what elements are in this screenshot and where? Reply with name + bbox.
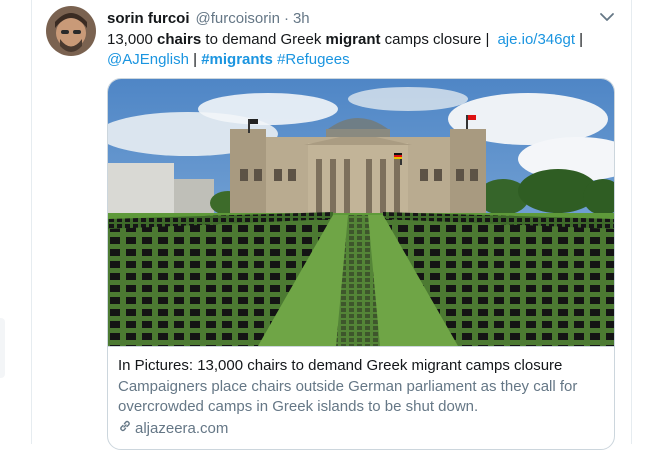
- link-icon: [118, 419, 135, 439]
- hashtag-refugees[interactable]: #Refugees: [277, 51, 350, 68]
- timeline-left-border: [31, 0, 32, 444]
- card-title: In Pictures: 13,000 chairs to demand Gre…: [118, 357, 563, 374]
- timeline-right-border: [631, 0, 632, 444]
- author-name[interactable]: sorin furcoi: [107, 10, 190, 27]
- highlight-chairs: chairs: [157, 31, 202, 48]
- tweet-header: sorin furcoi @furcoisorin · 3h: [107, 8, 310, 28]
- card-body: In Pictures: 13,000 chairs to demand Gre…: [118, 356, 608, 439]
- author-handle[interactable]: @furcoisorin: [196, 10, 280, 27]
- tweet-timestamp[interactable]: 3h: [293, 10, 310, 27]
- separator-dot: ·: [283, 9, 289, 27]
- card-domain-text: aljazeera.com: [135, 420, 229, 437]
- card-description: Campaigners place chairs outside German …: [118, 378, 578, 415]
- mention-ajenglish[interactable]: @AJEnglish: [107, 51, 189, 68]
- tweet-text: 13,000 chairs to demand Greek migrant ca…: [107, 31, 584, 68]
- scroll-edge: [0, 318, 5, 378]
- tweet-link[interactable]: aje.io/346gt: [497, 31, 575, 48]
- highlight-migrant: migrant: [325, 31, 381, 48]
- card-domain: aljazeera.com: [118, 419, 608, 439]
- avatar[interactable]: [46, 6, 96, 56]
- hashtag-migrants[interactable]: #migrants: [201, 51, 273, 68]
- link-card[interactable]: In Pictures: 13,000 chairs to demand Gre…: [107, 78, 615, 450]
- chevron-down-icon[interactable]: [598, 9, 616, 25]
- card-image[interactable]: [108, 79, 614, 347]
